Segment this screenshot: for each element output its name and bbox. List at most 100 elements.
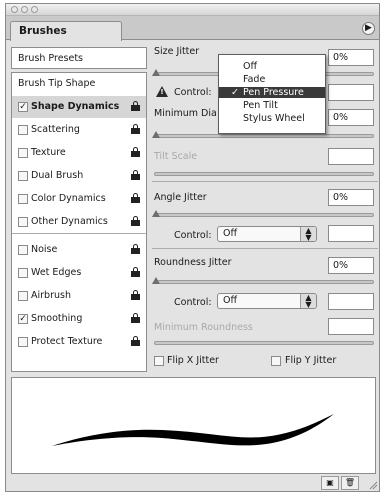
settings-item-checkbox[interactable] xyxy=(18,337,28,347)
flip-x-checkbox[interactable] xyxy=(154,356,164,366)
lock-icon[interactable] xyxy=(131,101,140,111)
settings-item-checkbox[interactable] xyxy=(18,245,28,255)
settings-item-label: Scattering xyxy=(31,124,80,135)
roundness-control-select[interactable]: Off ▲ ▼ xyxy=(217,293,317,309)
lock-icon[interactable] xyxy=(131,313,140,323)
minimum-diameter-thumb[interactable] xyxy=(152,131,160,139)
settings-item[interactable]: Color Dynamics xyxy=(12,188,146,210)
new-preset-button[interactable]: ▣ xyxy=(321,476,339,490)
angle-jitter-field[interactable]: 0% xyxy=(328,189,374,206)
settings-item-label: Other Dynamics xyxy=(31,216,108,227)
size-jitter-thumb[interactable] xyxy=(152,69,160,77)
tab-brushes[interactable]: Brushes xyxy=(10,21,122,41)
tilt-scale-slider[interactable] xyxy=(154,172,374,176)
lock-icon[interactable] xyxy=(131,124,140,134)
dropdown-option[interactable]: Pen Tilt xyxy=(219,100,325,111)
settings-item-label: Smoothing xyxy=(31,313,83,324)
settings-item[interactable]: Other Dynamics xyxy=(12,211,146,233)
lock-icon[interactable] xyxy=(131,244,140,254)
dropdown-option-label: Pen Pressure xyxy=(243,87,304,98)
settings-item-label: Shape Dynamics xyxy=(31,101,120,112)
lock-icon[interactable] xyxy=(131,290,140,300)
settings-item-label: Airbrush xyxy=(31,290,71,301)
settings-item-label: Dual Brush xyxy=(31,170,84,181)
minimum-diameter-label: Minimum Dia xyxy=(154,108,217,119)
chevron-up-down-icon: ▲ ▼ xyxy=(300,294,316,309)
angle-control-blank-field xyxy=(328,225,374,242)
dropdown-option[interactable]: ✓ Pen Pressure xyxy=(219,87,325,98)
settings-item-checkbox[interactable] xyxy=(18,217,28,227)
new-preset-icon: ▣ xyxy=(326,478,334,487)
angle-control-value: Off xyxy=(223,228,238,239)
minimum-roundness-slider[interactable] xyxy=(154,341,374,345)
settings-item-label: Brush Tip Shape xyxy=(18,78,96,89)
bottom-toolbar: ▣ 🗑 xyxy=(6,474,379,491)
roundness-control-value: Off xyxy=(223,295,238,306)
dropdown-option[interactable]: Stylus Wheel xyxy=(219,113,325,124)
settings-item-checkbox[interactable]: ✓ xyxy=(18,102,28,112)
settings-item-label: Color Dynamics xyxy=(31,193,106,204)
settings-item[interactable]: Protect Texture xyxy=(12,331,146,353)
minimize-window-button[interactable] xyxy=(21,6,28,13)
settings-item-checkbox[interactable] xyxy=(18,171,28,181)
settings-item-checkbox[interactable] xyxy=(18,268,28,278)
flip-y-checkbox[interactable] xyxy=(271,356,281,366)
settings-item[interactable]: Airbrush xyxy=(12,285,146,307)
settings-item[interactable]: Noise xyxy=(12,239,146,261)
dropdown-option-label: Fade xyxy=(243,74,266,85)
dropdown-option[interactable]: Off xyxy=(219,61,325,72)
roundness-jitter-thumb[interactable] xyxy=(152,277,160,285)
angle-jitter-thumb[interactable] xyxy=(152,210,160,218)
brush-presets-item[interactable]: Brush Presets xyxy=(11,47,147,69)
settings-item[interactable]: Dual Brush xyxy=(12,165,146,187)
trash-icon: 🗑 xyxy=(344,478,356,487)
lock-icon[interactable] xyxy=(131,170,140,180)
minimum-diameter-field[interactable]: 0% xyxy=(328,109,374,126)
roundness-jitter-field[interactable]: 0% xyxy=(328,257,374,274)
resize-grip-icon[interactable] xyxy=(368,480,378,490)
minimum-roundness-field[interactable] xyxy=(328,318,374,335)
settings-item-checkbox[interactable] xyxy=(18,148,28,158)
settings-item[interactable]: Texture xyxy=(12,142,146,164)
angle-control-label: Control: xyxy=(174,230,212,241)
lock-icon[interactable] xyxy=(131,193,140,203)
minimum-roundness-label: Minimum Roundness xyxy=(154,322,253,333)
dropdown-option-label: Pen Tilt xyxy=(243,100,278,111)
tilt-scale-label: Tilt Scale xyxy=(154,151,198,162)
angle-jitter-label: Angle Jitter xyxy=(154,192,207,203)
size-control-label: Control: xyxy=(174,87,212,98)
settings-item-label: Wet Edges xyxy=(31,267,82,278)
angle-jitter-slider[interactable] xyxy=(154,213,374,217)
brush-stroke-image xyxy=(52,414,334,446)
settings-item[interactable]: Wet Edges xyxy=(12,262,146,284)
settings-item-checkbox[interactable] xyxy=(18,291,28,301)
angle-control-select[interactable]: Off ▲ ▼ xyxy=(217,226,317,242)
lock-icon[interactable] xyxy=(131,336,140,346)
tab-brushes-label: Brushes xyxy=(19,25,67,37)
settings-item-checkbox[interactable]: ✓ xyxy=(18,314,28,324)
size-jitter-field[interactable]: 0% xyxy=(328,49,374,66)
chevron-up-down-icon: ▲ ▼ xyxy=(300,227,316,242)
lock-icon[interactable] xyxy=(131,147,140,157)
section-divider xyxy=(152,181,378,182)
delete-button[interactable]: 🗑 xyxy=(341,476,359,490)
settings-item[interactable]: Scattering xyxy=(12,119,146,141)
dropdown-option[interactable]: Fade xyxy=(219,74,325,85)
settings-item-checkbox[interactable] xyxy=(18,125,28,135)
lock-icon[interactable] xyxy=(131,267,140,277)
lock-icon[interactable] xyxy=(131,216,140,226)
settings-item-label: Protect Texture xyxy=(31,336,103,347)
settings-item[interactable]: ✓ Smoothing xyxy=(12,308,146,330)
tilt-scale-field[interactable] xyxy=(328,148,374,165)
settings-item[interactable]: Brush Tip Shape xyxy=(12,73,146,95)
warning-icon: ! xyxy=(156,86,168,97)
roundness-jitter-slider[interactable] xyxy=(154,280,374,284)
settings-item[interactable]: ✓ Shape Dynamics xyxy=(12,96,146,118)
panel-menu-button[interactable]: ▶ xyxy=(362,22,375,35)
settings-item-checkbox[interactable] xyxy=(18,194,28,204)
checkmark-icon: ✓ xyxy=(231,87,239,98)
close-window-button[interactable] xyxy=(11,6,18,13)
minimum-diameter-slider[interactable] xyxy=(154,134,374,138)
brush-presets-label: Brush Presets xyxy=(18,53,84,64)
zoom-window-button[interactable] xyxy=(31,6,38,13)
